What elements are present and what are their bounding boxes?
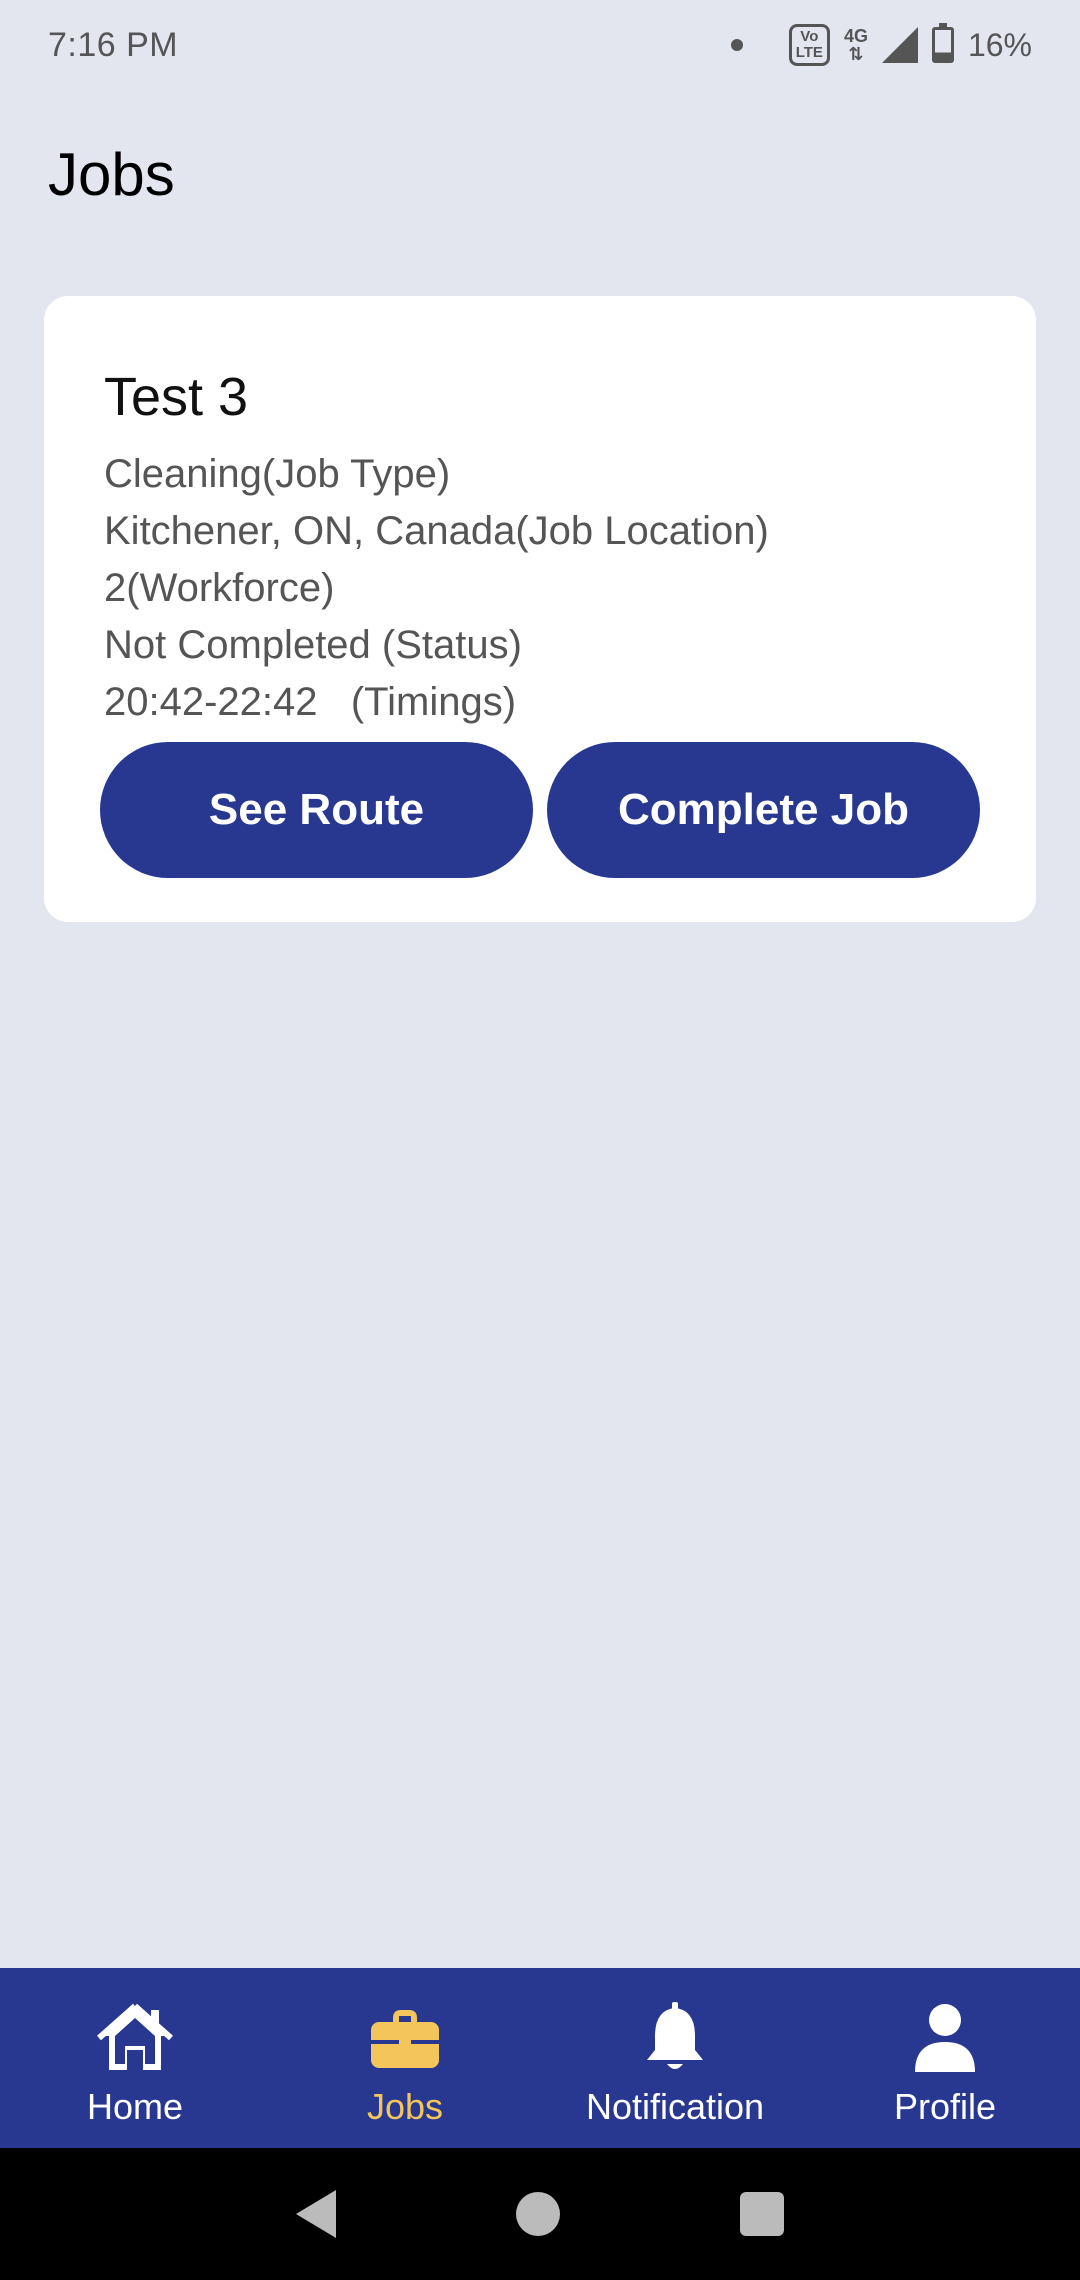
screen: 7:16 PM Vo LTE 4G ⇅ 16% Jobs Test 3 Clean…: [0, 0, 1080, 2280]
job-timings: 20:42-22:42 (Timings): [104, 680, 517, 724]
network-type-icon: 4G ⇅: [843, 26, 868, 64]
status-bar: 7:16 PM Vo LTE 4G ⇅ 16%: [0, 0, 1080, 90]
nav-label-home: Home: [86, 2086, 184, 2127]
job-location: Kitchener, ON, Canada(Job Location): [104, 509, 769, 553]
recent-apps-icon[interactable]: [740, 2192, 784, 2236]
system-nav-bar: [0, 2148, 1080, 2280]
status-time: 7:16 PM: [48, 25, 179, 64]
bell-icon: [633, 1996, 717, 2080]
job-actions: See Route Complete Job: [100, 742, 980, 878]
bottom-nav: Home Jobs Notification Profile: [0, 1968, 1080, 2148]
see-route-button[interactable]: See Route: [100, 742, 533, 878]
person-icon: [903, 1996, 987, 2080]
home-icon: [93, 1996, 177, 2080]
nav-item-profile[interactable]: Profile: [810, 1968, 1080, 2148]
job-type: Cleaning(Job Type): [104, 452, 451, 496]
back-icon[interactable]: [296, 2190, 336, 2238]
signal-icon: [881, 27, 918, 63]
nav-item-notification[interactable]: Notification: [540, 1968, 810, 2148]
briefcase-icon: [363, 1996, 447, 2080]
job-workforce: 2(Workforce): [104, 566, 335, 610]
notification-dot-icon: [730, 39, 743, 51]
nav-label-profile: Profile: [893, 2086, 997, 2127]
job-card: Test 3 Cleaning(Job Type) Kitchener, ON,…: [44, 296, 1036, 922]
nav-item-home[interactable]: Home: [0, 1968, 270, 2148]
page-title: Jobs: [48, 141, 175, 208]
battery-icon: [931, 23, 954, 63]
complete-job-button[interactable]: Complete Job: [547, 742, 980, 878]
job-title: Test 3: [104, 367, 249, 427]
status-icons: Vo LTE 4G ⇅ 16%: [730, 23, 1032, 66]
battery-percent: 16%: [967, 26, 1032, 63]
nav-label-jobs: Jobs: [366, 2086, 444, 2127]
job-status: Not Completed (Status): [104, 623, 522, 667]
home-circle-icon[interactable]: [516, 2192, 560, 2236]
nav-item-jobs[interactable]: Jobs: [270, 1968, 540, 2148]
nav-label-notification: Notification: [585, 2086, 765, 2127]
volte-icon: Vo LTE: [788, 24, 830, 66]
